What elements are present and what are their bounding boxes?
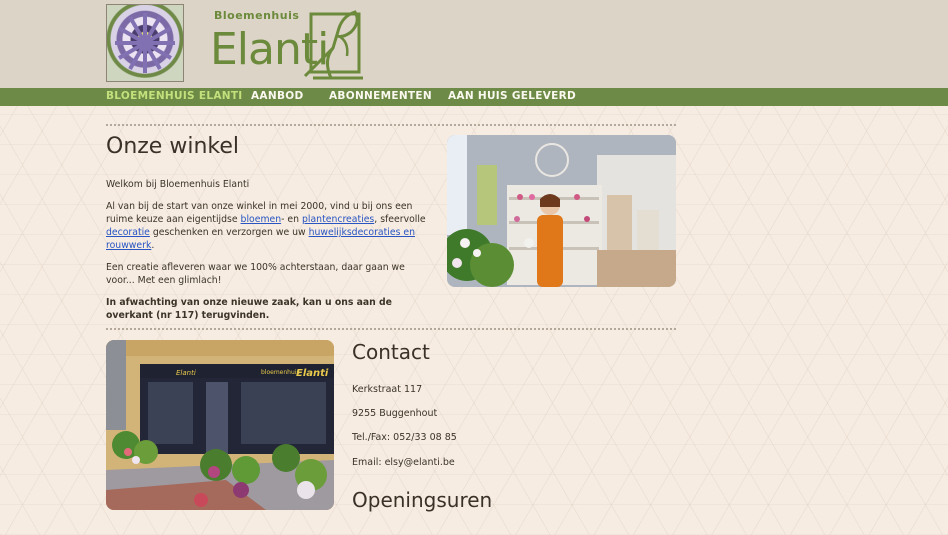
- intro-text: Welkom bij Bloemenhuis Elanti Al van bij…: [106, 178, 436, 331]
- shop-interior-photo: [447, 135, 676, 287]
- storefront-photo: Elanti bloemenhuis Elanti: [106, 340, 334, 510]
- contact-city: 9255 Buggenhout: [352, 408, 438, 419]
- storefront-illustration: Elanti bloemenhuis Elanti: [106, 340, 334, 510]
- link-plantencreaties[interactable]: plantencreaties: [302, 214, 374, 225]
- storefront-sign-right: Elanti: [296, 368, 329, 379]
- slogan-paragraph: Een creatie afleveren waar we 100% achte…: [106, 262, 405, 286]
- site-header: Bloemenhuis Elanti: [0, 0, 948, 88]
- page-title: Onze winkel: [106, 134, 239, 159]
- link-decoratie[interactable]: decoratie: [106, 227, 150, 238]
- intro-text-part: geschenken en verzorgen we uw: [149, 227, 309, 238]
- passion-flower-logo-photo[interactable]: [106, 4, 184, 82]
- storefront-sign-small: bloemenhuis: [261, 369, 300, 376]
- flower-logo-icon: [303, 10, 363, 80]
- nav-item-aanbod[interactable]: AANBOD: [251, 90, 304, 102]
- contact-heading: Contact: [352, 340, 430, 364]
- section-divider: [106, 124, 676, 126]
- intro-text-part: , sfeervolle: [374, 214, 426, 225]
- welcome-text: Welkom bij Bloemenhuis Elanti: [106, 179, 250, 190]
- shop-interior-illustration: [447, 135, 676, 287]
- section-divider: [106, 328, 676, 330]
- nav-item-abonnementen[interactable]: ABONNEMENTEN: [329, 90, 432, 102]
- brand-subtitle: Bloemenhuis: [214, 9, 300, 22]
- nav-item-bloemenhuis-elanti[interactable]: BLOEMENHUIS ELANTI: [106, 90, 243, 102]
- contact-phone: Tel./Fax: 052/33 08 85: [352, 432, 457, 443]
- intro-text-part: - en: [281, 214, 302, 225]
- relocation-notice: In afwachting van onze nieuwe zaak, kan …: [106, 297, 392, 321]
- link-bloemen[interactable]: bloemen: [241, 214, 282, 225]
- intro-paragraph: Al van bij de start van onze winkel in m…: [106, 200, 436, 252]
- nav-item-aan-huis-geleverd[interactable]: AAN HUIS GELEVERD: [448, 90, 576, 102]
- contact-email: Email: elsy@elanti.be: [352, 457, 455, 468]
- opening-hours-heading: Openingsuren: [352, 488, 493, 512]
- contact-street: Kerkstraat 117: [352, 384, 423, 395]
- intro-text-part: .: [151, 240, 155, 251]
- storefront-sign-left: Elanti: [176, 369, 196, 377]
- main-nav: BLOEMENHUIS ELANTI AANBOD ABONNEMENTEN A…: [0, 88, 948, 106]
